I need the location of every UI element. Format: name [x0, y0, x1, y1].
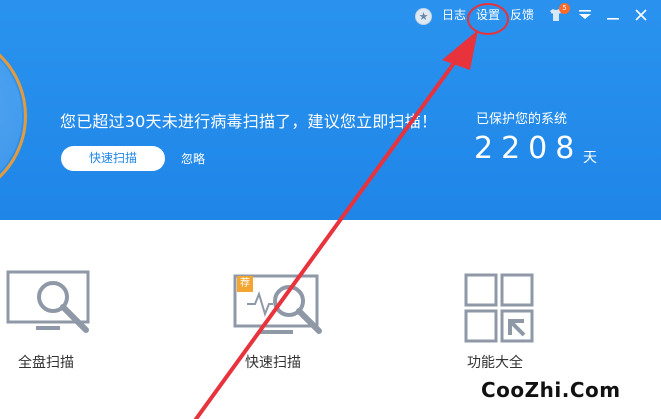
- watermark-text: CooZhi.Com: [481, 378, 621, 402]
- feedback-link[interactable]: 反馈: [510, 7, 534, 23]
- full-scan-icon: [6, 270, 90, 333]
- all-features-tool[interactable]: [464, 273, 536, 345]
- protected-days-count: 2208: [474, 131, 583, 166]
- ignore-link[interactable]: 忽略: [181, 150, 205, 167]
- scan-overdue-warning: 您已超过30天未进行病毒扫描了，建议您立即扫描！: [60, 112, 438, 131]
- star-icon[interactable]: ★: [415, 8, 432, 25]
- close-icon[interactable]: [632, 6, 650, 24]
- full-scan-tool[interactable]: [6, 270, 96, 340]
- quick-scan-tool[interactable]: 荐: [233, 272, 325, 342]
- recommend-tag: 荐: [237, 276, 253, 292]
- menu-dropdown-icon[interactable]: [576, 6, 594, 24]
- minimize-icon[interactable]: [604, 6, 622, 24]
- days-unit: 天: [583, 150, 597, 166]
- header-banner: ★ 日志 设置 反馈 5 您已超过30天未进行病毒扫描了，建议您立即扫描！ 快速…: [0, 0, 661, 220]
- all-features-label[interactable]: 功能大全: [467, 352, 523, 372]
- notification-badge: 5: [559, 3, 570, 14]
- full-scan-label[interactable]: 全盘扫描: [18, 352, 74, 372]
- log-link[interactable]: 日志: [442, 7, 466, 23]
- protected-label: 已保护您的系统: [476, 112, 568, 127]
- settings-link[interactable]: 设置: [476, 7, 500, 23]
- all-features-icon: [464, 273, 534, 343]
- quick-scan-label[interactable]: 快速扫描: [245, 352, 301, 372]
- quick-scan-button[interactable]: 快速扫描: [61, 146, 165, 171]
